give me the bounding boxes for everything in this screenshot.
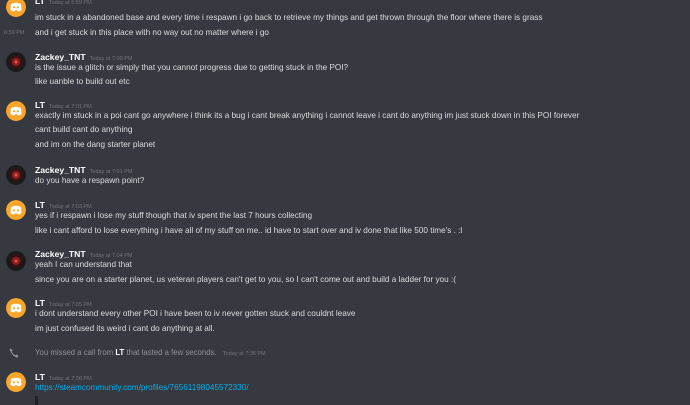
message-text: like i cant afford to lose everything i …	[35, 226, 463, 235]
author-name[interactable]: Zackey_TNT	[35, 52, 86, 62]
message-text: exactly im stuck in a poi cant go anywhe…	[35, 111, 580, 120]
lt-avatar[interactable]	[6, 200, 26, 220]
message-text: like uanble to build out etc	[35, 77, 130, 86]
call-prefix: You missed a call from	[35, 348, 114, 357]
author-name[interactable]: LT	[35, 100, 45, 110]
message-text: do you have a respawn point?	[35, 176, 145, 185]
zackey-avatar[interactable]	[6, 251, 26, 271]
message-timestamp: Today at 7:05 PM	[48, 302, 92, 308]
message-timestamp: Today at 7:04 PM	[89, 253, 133, 259]
message-text: im just confused its weird i cant do any…	[35, 324, 215, 333]
message-timestamp: Today at 6:59 PM	[48, 0, 92, 6]
message-text: i dont understand every other POI i have…	[35, 309, 356, 318]
lt-avatar[interactable]	[6, 0, 26, 17]
call-suffix: that lasted a few seconds.	[126, 348, 217, 357]
lt-avatar[interactable]	[6, 372, 26, 392]
embed-preview-bar	[35, 396, 38, 405]
zackey-avatar[interactable]	[6, 52, 26, 72]
message-text: cant build cant do anything	[35, 125, 133, 134]
message-text: and im on the dang starter planet	[35, 140, 156, 149]
author-name[interactable]: LT	[35, 0, 45, 6]
hover-timestamp: 6:59 PM	[4, 30, 25, 36]
message-timestamp: Today at 7:01 PM	[89, 169, 133, 175]
message-text: yeah I can understand that	[35, 260, 132, 269]
call-timestamp: Today at 7:36 PM	[222, 351, 266, 357]
message-timestamp: Today at 7:01 PM	[48, 104, 92, 110]
zackey-avatar[interactable]	[6, 165, 26, 185]
author-name[interactable]: Zackey_TNT	[35, 249, 86, 259]
author-name[interactable]: LT	[35, 200, 45, 210]
author-name[interactable]: LT	[35, 372, 45, 382]
author-name[interactable]: Zackey_TNT	[35, 165, 86, 175]
message-timestamp: Today at 7:03 PM	[48, 204, 92, 210]
lt-avatar[interactable]	[6, 101, 26, 121]
caller-name[interactable]: LT	[115, 348, 124, 357]
message-text: is the issue a glitch or simply that you…	[35, 63, 349, 72]
missed-call-icon	[9, 348, 19, 358]
message-text: since you are on a starter planet, us ve…	[35, 275, 456, 284]
message-text: im stuck in a abandoned base and every t…	[35, 13, 543, 22]
message-text: and i get stuck in this place with no wa…	[35, 28, 269, 37]
message-timestamp: Today at 7:36 PM	[48, 376, 92, 382]
message-timestamp: Today at 7:00 PM	[89, 56, 133, 62]
lt-avatar[interactable]	[6, 298, 26, 318]
author-name[interactable]: LT	[35, 298, 45, 308]
chat-log: LT Today at 6:59 PM im stuck in a abandon…	[0, 0, 690, 405]
message-text: yes if i respawn i lose my stuff though …	[35, 211, 313, 220]
steam-profile-link[interactable]: https://steamcommunity.com/profiles/7656…	[35, 383, 249, 392]
